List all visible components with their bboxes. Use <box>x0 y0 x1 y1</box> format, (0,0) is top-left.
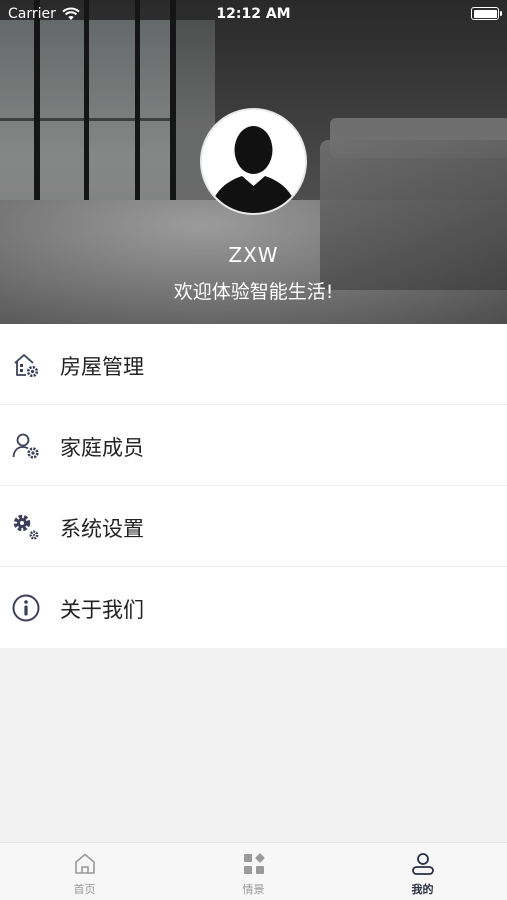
user-settings-icon <box>12 433 39 459</box>
avatar[interactable] <box>200 108 307 215</box>
status-bar: Carrier 12:12 AM <box>0 0 507 28</box>
menu-item-about-us[interactable]: 关于我们 <box>0 567 507 648</box>
tab-profile[interactable]: 我的 <box>338 843 507 900</box>
menu-item-system-settings[interactable]: 系统设置 <box>0 486 507 567</box>
welcome-message: 欢迎体验智能生活! <box>173 281 334 303</box>
info-icon <box>12 594 40 622</box>
gears-icon <box>13 514 39 540</box>
home-icon <box>75 853 95 874</box>
battery-icon <box>471 7 502 20</box>
settings-menu: 房屋管理 家庭成员 系统设置 关于我们 <box>0 324 507 648</box>
menu-item-label: 系统设置 <box>60 517 144 541</box>
menu-item-label: 房屋管理 <box>60 355 144 379</box>
username: ZXW <box>228 243 279 267</box>
user-silhouette-icon <box>202 110 305 213</box>
menu-item-label: 家庭成员 <box>60 436 144 460</box>
profile-icon <box>412 853 434 875</box>
tab-label: 首页 <box>73 883 96 896</box>
menu-item-family-members[interactable]: 家庭成员 <box>0 405 507 486</box>
tab-scenes[interactable]: 情景 <box>169 843 338 900</box>
menu-item-house-management[interactable]: 房屋管理 <box>0 324 507 405</box>
house-settings-icon <box>14 354 39 378</box>
tab-label: 我的 <box>411 883 434 896</box>
tab-home[interactable]: 首页 <box>0 843 169 900</box>
menu-item-label: 关于我们 <box>60 598 144 622</box>
tab-label: 情景 <box>242 883 265 896</box>
tab-bar: 首页 情景 我的 <box>0 842 507 900</box>
scenes-icon <box>244 853 265 874</box>
clock: 12:12 AM <box>216 6 291 22</box>
